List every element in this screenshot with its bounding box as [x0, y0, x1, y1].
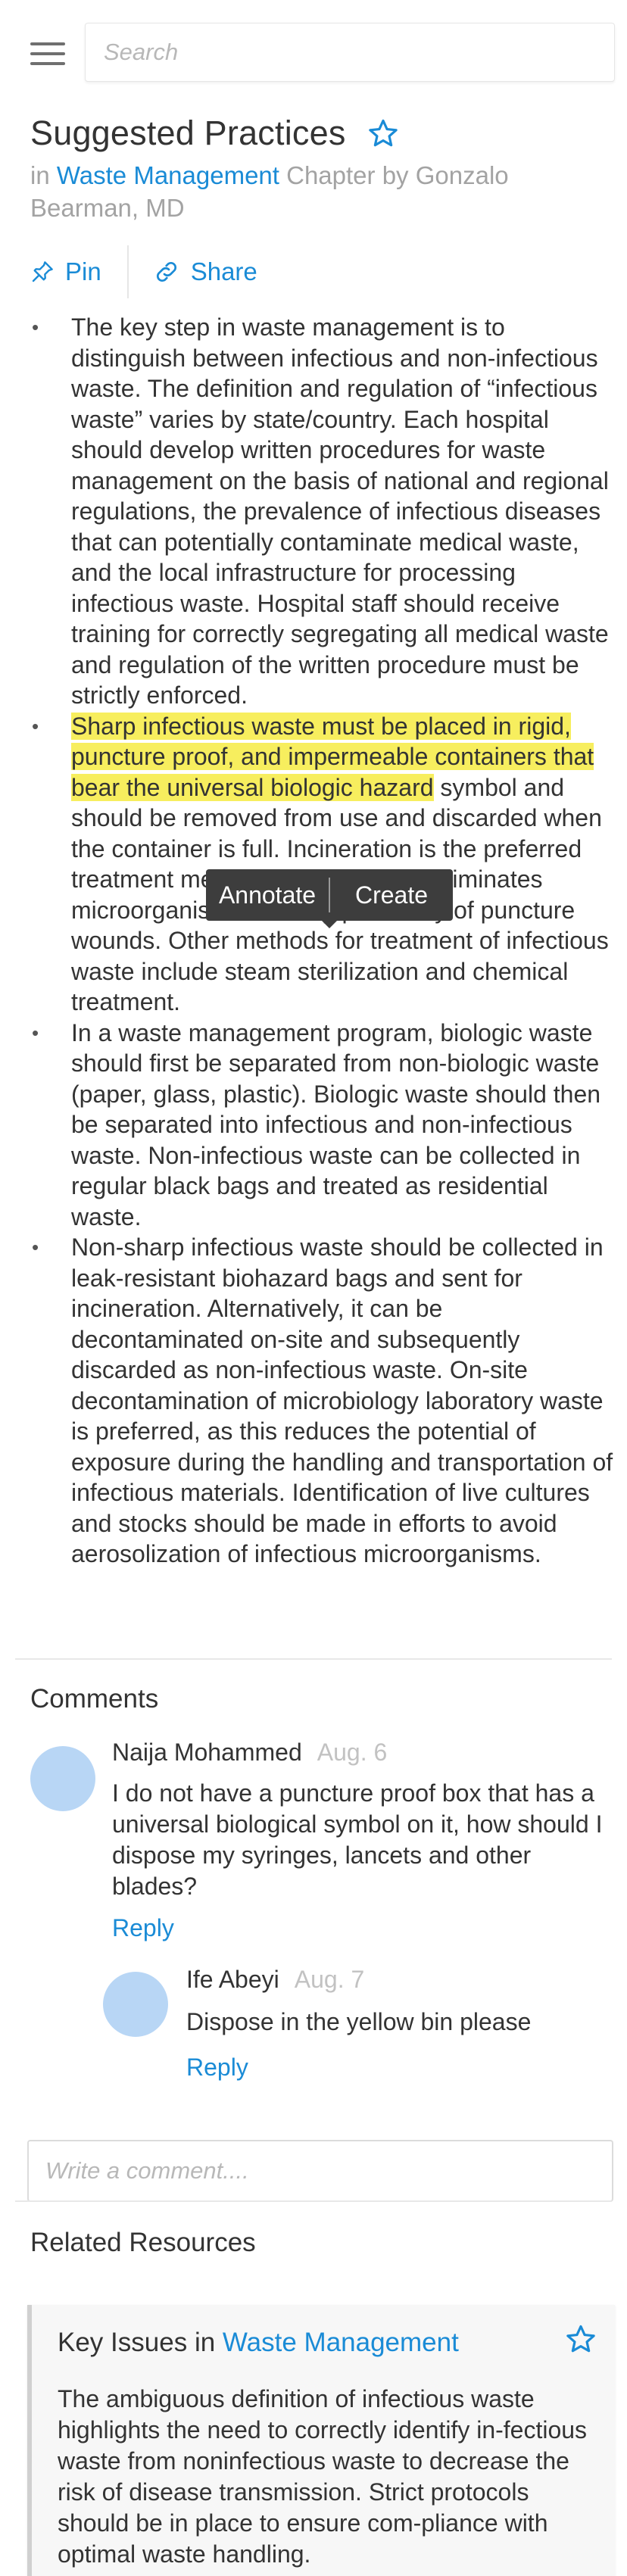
page-subtitle: in Waste Management Chapter by Gonzalo B…: [30, 159, 576, 224]
section-divider: [15, 1658, 612, 1660]
pin-label: Pin: [65, 257, 101, 285]
list-item: In a waste management program, biologic …: [30, 1018, 613, 1233]
selection-popup: Annotate Create: [206, 869, 453, 928]
annotate-button[interactable]: Annotate: [206, 881, 329, 909]
search-input[interactable]: [85, 23, 615, 82]
action-bar: Pin Share: [30, 245, 257, 298]
avatar: [103, 1972, 168, 2037]
favorite-star-icon[interactable]: [565, 2323, 597, 2355]
favorite-star-icon[interactable]: [367, 117, 399, 149]
comment-text: Dispose in the yellow bin please: [186, 2008, 532, 2035]
practice-list: The key step in waste management is to d…: [30, 312, 613, 1570]
top-bar: [0, 0, 627, 98]
reply-link[interactable]: Reply: [186, 2054, 248, 2082]
subtitle-prefix: in: [30, 161, 50, 189]
reply-link[interactable]: Reply: [112, 1914, 174, 1942]
comment-date: Aug. 7: [294, 1966, 365, 1993]
related-heading: Related Resources: [30, 2228, 256, 2257]
card-title-text: Key Issues: [58, 2328, 188, 2357]
comment-date: Aug. 6: [317, 1739, 388, 1766]
related-resource-card[interactable]: Key Issues in Waste Management The ambig…: [27, 2305, 615, 2576]
link-icon: [156, 261, 176, 282]
share-label: Share: [190, 257, 257, 285]
comments-heading: Comments: [30, 1684, 159, 1714]
article-body: The key step in waste management is to d…: [30, 312, 613, 1570]
card-text: The ambiguous definition of infectious w…: [58, 2385, 588, 2568]
menu-icon[interactable]: [30, 41, 65, 67]
chapter-link[interactable]: Waste Management: [57, 161, 279, 189]
comment-author: Naija Mohammed Aug. 6: [112, 1739, 387, 1767]
card-chapter-link[interactable]: Waste Management: [223, 2328, 459, 2357]
comment-text: I do not have a puncture proof box that …: [112, 1779, 603, 1900]
list-item: Sharp infectious waste must be placed in…: [30, 711, 613, 1018]
card-title-in: in: [194, 2328, 216, 2357]
card-title: Key Issues in Waste Management: [58, 2328, 459, 2358]
title-row: Suggested Practices: [30, 111, 399, 156]
comment-author-name: Ife Abeyi: [186, 1966, 279, 1993]
pin-button[interactable]: Pin: [30, 257, 101, 286]
comment-author-name: Naija Mohammed: [112, 1739, 302, 1766]
list-item: The key step in waste management is to d…: [30, 312, 613, 711]
list-item: Non-sharp infectious waste should be col…: [30, 1232, 613, 1570]
comment-input[interactable]: [27, 2140, 613, 2202]
section-divider: [15, 2200, 612, 2202]
action-divider: [126, 245, 129, 298]
comment-author: Ife Abeyi Aug. 7: [186, 1966, 364, 1994]
avatar: [30, 1746, 95, 1811]
pin-icon: [32, 261, 53, 282]
share-button[interactable]: Share: [153, 257, 257, 286]
page-title: Suggested Practices: [30, 114, 346, 152]
create-button[interactable]: Create: [330, 881, 453, 909]
